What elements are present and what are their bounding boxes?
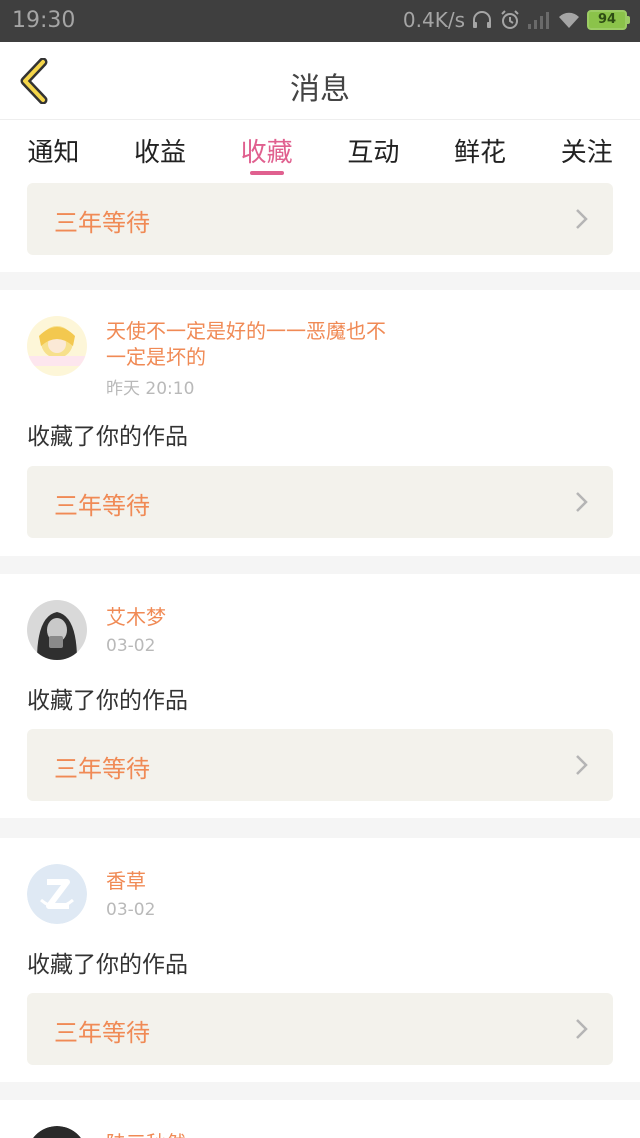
tab-interactions[interactable]: 互动 <box>320 120 427 178</box>
avatar[interactable] <box>27 600 87 660</box>
tab-notifications[interactable]: 通知 <box>0 120 107 178</box>
work-link[interactable]: 三年等待 <box>27 466 613 538</box>
tab-label: 关注 <box>560 138 613 168</box>
work-link[interactable]: 三年等待 <box>27 993 613 1065</box>
username: 一定是坏的 <box>106 345 206 369</box>
message-card: 天使不一定是好的一一恶魔也不 一定是坏的 昨天 20:10 收藏了你的作品 三年… <box>0 290 640 556</box>
tab-bar: 通知 收益 收藏 互动 鲜花 关注 <box>0 120 640 178</box>
message-time: 03-02 <box>106 636 156 656</box>
signal-icon <box>527 10 551 30</box>
status-bar: 19:30 0.4K/s 94 <box>0 0 640 42</box>
action-text: 收藏了你的作品 <box>27 424 188 450</box>
status-time: 19:30 <box>12 8 76 33</box>
status-icons: 0.4K/s 94 <box>403 8 630 32</box>
message-card: 香草 03-02 收藏了你的作品 三年等待 <box>0 838 640 1082</box>
tab-label: 收藏 <box>240 138 293 168</box>
work-title: 三年等待 <box>54 1019 150 1047</box>
tab-following[interactable]: 关注 <box>533 120 640 178</box>
username[interactable]: 艾木梦 <box>106 604 416 630</box>
tab-earnings[interactable]: 收益 <box>107 120 214 178</box>
wifi-icon <box>557 10 581 30</box>
chevron-right-icon <box>576 492 588 512</box>
work-title: 三年等待 <box>54 492 150 520</box>
work-title: 三年等待 <box>54 209 150 237</box>
chevron-right-icon <box>576 1019 588 1039</box>
tab-label: 收益 <box>134 138 187 168</box>
message-time: 03-02 <box>106 900 156 920</box>
network-speed: 0.4K/s <box>402 8 465 32</box>
avatar[interactable] <box>27 316 87 376</box>
username[interactable]: 陆三秋然 <box>106 1130 416 1138</box>
chevron-right-icon <box>576 209 588 229</box>
message-card: 艾木梦 03-02 收藏了你的作品 三年等待 <box>0 574 640 818</box>
message-feed[interactable]: 三年等待 天使不一定是好的一一恶魔也不 一定是坏的 昨天 20:10 收藏了你的… <box>0 178 640 1138</box>
avatar[interactable] <box>27 1126 87 1138</box>
username-link[interactable]: 天使不一定是好的一一恶魔也不 一定是坏的 <box>106 318 416 370</box>
message-card: 陆三秋然 <box>0 1100 640 1138</box>
username: 天使不一定是好的一一恶魔也不 <box>106 319 386 343</box>
chevron-right-icon <box>576 755 588 775</box>
battery-icon: 94 <box>587 10 630 30</box>
page-title: 消息 <box>290 72 350 107</box>
action-text: 收藏了你的作品 <box>27 952 188 978</box>
work-link[interactable]: 三年等待 <box>27 183 613 255</box>
tab-label: 通知 <box>27 138 80 168</box>
active-tab-indicator <box>249 171 284 175</box>
message-time: 昨天 20:10 <box>106 379 195 399</box>
tab-label: 互动 <box>347 138 400 168</box>
alarm-icon <box>499 9 521 31</box>
app-header: 消息 <box>0 42 640 120</box>
work-title: 三年等待 <box>54 755 150 783</box>
battery-level: 94 <box>587 10 627 30</box>
username[interactable]: 香草 <box>106 868 416 894</box>
tab-label: 鲜花 <box>454 138 507 168</box>
work-link[interactable]: 三年等待 <box>27 729 613 801</box>
headset-icon <box>471 9 493 31</box>
action-text: 收藏了你的作品 <box>27 688 188 714</box>
message-card: 三年等待 <box>0 178 640 272</box>
tab-flowers[interactable]: 鲜花 <box>427 120 534 178</box>
tab-favorites[interactable]: 收藏 <box>213 120 320 178</box>
avatar[interactable] <box>27 864 87 924</box>
